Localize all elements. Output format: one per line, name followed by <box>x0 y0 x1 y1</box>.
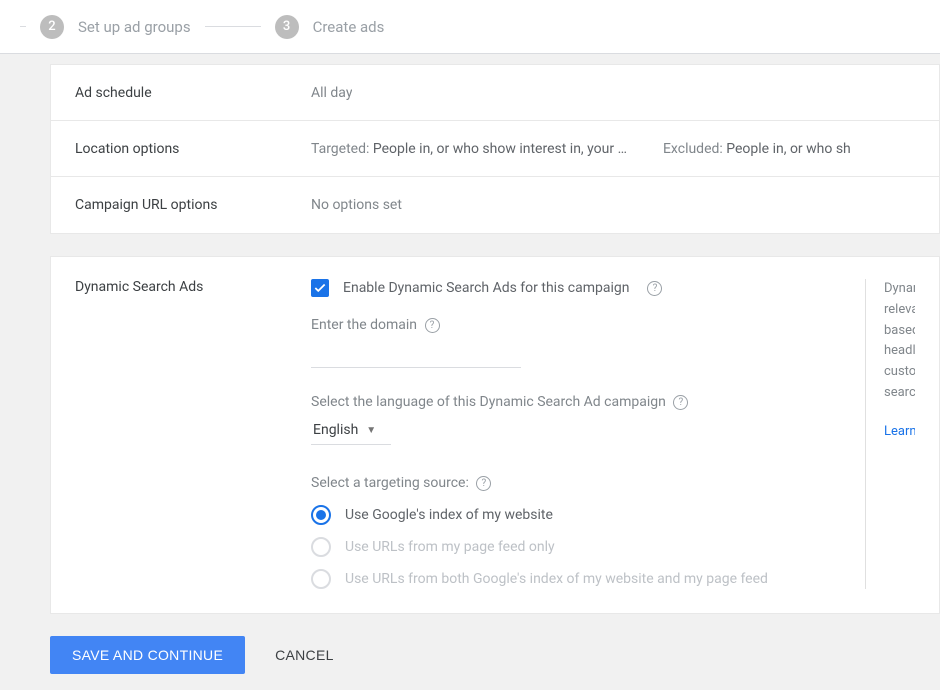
help-text-line: Dynar <box>884 279 915 300</box>
enable-dsa-label: Enable Dynamic Search Ads for this campa… <box>343 280 629 296</box>
targeting-radio-group: Use Google's index of my website Use URL… <box>311 505 865 589</box>
step-label: Set up ad groups <box>78 18 191 36</box>
help-text-line: searc <box>884 383 915 404</box>
dsa-help-sidebar: Dynar releva based headl custo searc Lea… <box>865 279 915 589</box>
language-field-label: Select the language of this Dynamic Sear… <box>311 394 865 410</box>
help-text-line: based <box>884 321 915 342</box>
radio-label: Use Google's index of my website <box>345 507 553 523</box>
domain-field-label: Enter the domain ? <box>311 317 865 333</box>
row-location-options[interactable]: Location options Targeted: People in, or… <box>51 121 939 177</box>
row-value: No options set <box>311 197 402 213</box>
dsa-main: Enable Dynamic Search Ads for this campa… <box>311 279 865 589</box>
row-url-options[interactable]: Campaign URL options No options set <box>51 177 939 233</box>
targeting-source-label: Select a targeting source: ? <box>311 475 865 491</box>
help-text-line: custo <box>884 362 915 383</box>
radio-label: Use URLs from my page feed only <box>345 539 555 555</box>
save-continue-button[interactable]: SAVE AND CONTINUE <box>50 636 245 674</box>
radio-label: Use URLs from both Google's index of my … <box>345 571 768 587</box>
stepper-connector <box>205 26 261 27</box>
location-targeted-value: People in, or who show interest in, your… <box>373 141 627 157</box>
help-icon[interactable]: ? <box>425 318 440 333</box>
location-targeted-prefix: Targeted: <box>311 141 373 157</box>
step-badge: 3 <box>275 15 299 39</box>
step-badge: 2 <box>40 15 64 39</box>
help-icon[interactable]: ? <box>647 281 662 296</box>
row-value: All day <box>311 85 352 101</box>
footer-actions: SAVE AND CONTINUE CANCEL <box>0 614 940 674</box>
step-2[interactable]: 2 Set up ad groups <box>40 15 191 39</box>
radio-button <box>311 537 331 557</box>
row-label: Ad schedule <box>75 85 311 101</box>
help-text-line: releva <box>884 300 915 321</box>
settings-content: Ad schedule All day Location options Tar… <box>0 54 940 614</box>
location-excluded-value: People in, or who sh <box>726 141 851 157</box>
cancel-button[interactable]: CANCEL <box>275 647 334 663</box>
caret-down-icon: ▼ <box>366 425 376 436</box>
language-value: English <box>313 422 358 438</box>
stepper-header: 2 Set up ad groups 3 Create ads <box>0 0 940 54</box>
location-excluded-prefix: Excluded: <box>663 141 726 157</box>
help-icon[interactable]: ? <box>673 395 688 410</box>
row-value: Targeted: People in, or who show interes… <box>311 141 851 157</box>
stepper-connector <box>20 26 26 27</box>
help-text-line: headl <box>884 341 915 362</box>
enable-dsa-row: Enable Dynamic Search Ads for this campa… <box>311 279 865 297</box>
step-3[interactable]: 3 Create ads <box>275 15 385 39</box>
targeting-option-page-feed: Use URLs from my page feed only <box>311 537 865 557</box>
targeting-option-both: Use URLs from both Google's index of my … <box>311 569 865 589</box>
targeting-option-google-index[interactable]: Use Google's index of my website <box>311 505 865 525</box>
step-label: Create ads <box>313 18 385 36</box>
check-icon <box>313 281 327 295</box>
help-icon[interactable]: ? <box>476 476 491 491</box>
radio-button[interactable] <box>311 505 331 525</box>
dsa-section-label: Dynamic Search Ads <box>75 279 311 589</box>
row-label: Campaign URL options <box>75 197 311 213</box>
enable-dsa-checkbox[interactable] <box>311 279 329 297</box>
language-select[interactable]: English ▼ <box>311 416 391 445</box>
settings-summary-card: Ad schedule All day Location options Tar… <box>50 64 940 234</box>
learn-more-link[interactable]: Learn <box>884 422 915 443</box>
row-ad-schedule[interactable]: Ad schedule All day <box>51 65 939 121</box>
row-label: Location options <box>75 141 311 157</box>
domain-input[interactable] <box>311 339 521 368</box>
radio-button <box>311 569 331 589</box>
dynamic-search-ads-card: Dynamic Search Ads Enable Dynamic Search… <box>50 256 940 614</box>
